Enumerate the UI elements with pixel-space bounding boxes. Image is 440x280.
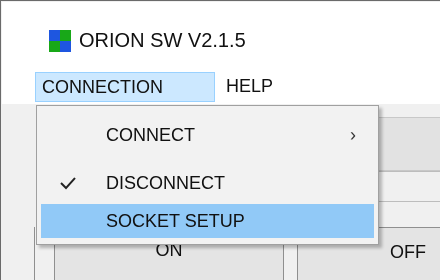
submenu-arrow-icon: › [350, 125, 356, 145]
menu-item-label: SOCKET SETUP [106, 211, 245, 231]
menu-item-disconnect[interactable]: DISCONNECT [41, 166, 374, 200]
panel-border [34, 227, 35, 280]
window-title: ORION SW V2.1.5 [79, 30, 246, 52]
title-bar: ORION SW V2.1.5 [2, 2, 440, 68]
app-window: ORION SW V2.1.5 CONNECTION HELP ON OFF C… [0, 0, 440, 280]
menu-item-label: DISCONNECT [106, 173, 226, 193]
app-logo-icon [49, 30, 71, 52]
divider [376, 171, 440, 172]
toolbar-strip [376, 117, 440, 171]
connection-dropdown-menu: CONNECT › DISCONNECT SOCKET SETUP [36, 105, 379, 245]
menu-item-label: CONNECT [106, 125, 195, 145]
checkmark-icon [60, 177, 76, 190]
menu-help[interactable]: HELP [220, 72, 279, 102]
menu-bar: CONNECTION HELP [2, 68, 440, 104]
menu-item-connect[interactable]: CONNECT › [41, 118, 374, 152]
menu-item-socket-setup[interactable]: SOCKET SETUP [41, 204, 374, 238]
divider [376, 201, 440, 202]
menu-connection[interactable]: CONNECTION [35, 72, 215, 102]
